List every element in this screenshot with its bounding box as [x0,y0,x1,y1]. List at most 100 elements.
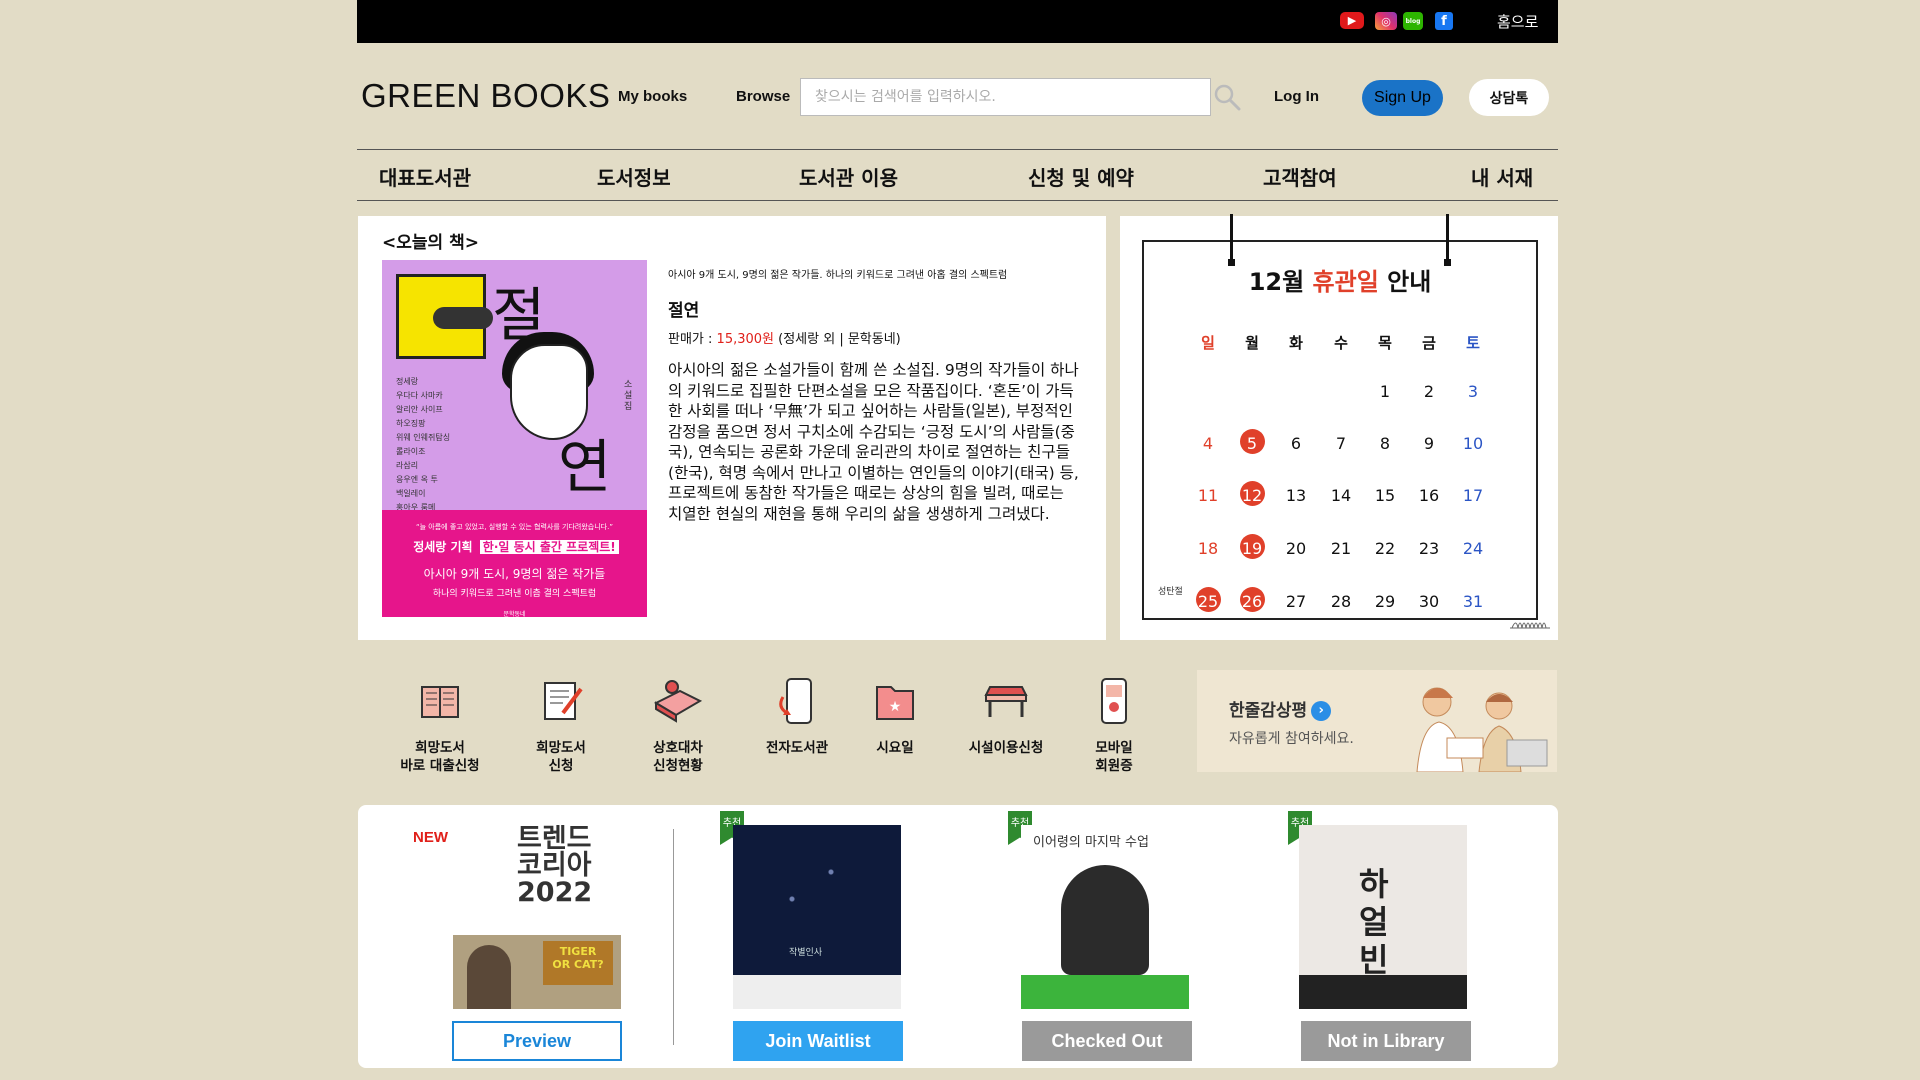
my-books-link[interactable]: My books [618,88,687,105]
reading-people-illustration [1416,687,1548,772]
calendar-day: 18 [1197,539,1219,558]
facebook-icon[interactable]: f [1435,12,1453,30]
preview-button[interactable]: Preview [452,1021,622,1061]
weekday-header: 수 [1334,334,1348,352]
calendar-ring [1228,214,1235,266]
calendar-scribble [1510,622,1550,629]
youtube-icon[interactable]: ▶ [1340,12,1364,29]
calendar-day: 17 [1462,486,1484,505]
book-cover[interactable]: 하얼빈 [1299,825,1467,1009]
weekday-header: 일 [1201,334,1215,352]
new-badge: NEW [413,829,448,846]
calendar-day: 2 [1423,382,1435,401]
arrow-right-icon: › [1311,701,1332,721]
cover-side-label: 소설집 [624,380,633,412]
closure-calendar-panel: 12월 휴관일 안내 성탄절 일 월 화 수 목 금 토 1 2 3 4 5 6 7 8 9 10 11 12 13 1… [1120,214,1558,640]
holiday-note: 성탄절 [1158,587,1183,597]
quick-menu-item[interactable]: 희망도서 신청 [501,673,621,775]
calendar-day: 27 [1285,592,1307,611]
site-logo[interactable]: GREEN BOOKS [361,77,610,115]
calendar-day: 21 [1330,539,1352,558]
menu-main-library[interactable]: 대표도서관 [379,162,471,191]
quick-menu-label: 상호대차 신청현황 [653,740,703,774]
calendar-day: 14 [1330,486,1352,505]
book-title[interactable]: 절연 [668,296,699,321]
document-pen-icon [544,682,583,720]
review-banner[interactable]: 한줄감상평 › 자유롭게 참여하세요. [1197,670,1557,772]
calendar-day: 4 [1202,434,1214,453]
menu-customer[interactable]: 고객참여 [1263,162,1337,191]
quick-menu-item[interactable]: ★ 시요일 [835,673,955,757]
book-cover[interactable]: 트렌드 코리아 2022 TIGER OR CAT? [453,825,621,1009]
calendar-day: 6 [1290,434,1302,453]
book-cover[interactable]: 작별인사 [733,825,901,1009]
today-book-cover[interactable]: 절 연 정세랑 우다다 사마카 알리안 사이프 하오징팡 위웨 인웨쥐탐싱 롤라… [382,260,647,617]
calendar-day: 9 [1423,434,1435,453]
quick-menu-item[interactable]: 모바일 회원증 [1054,673,1174,775]
calendar-day: 20 [1285,539,1307,558]
calendar-day-closed: 26 [1234,587,1270,612]
calendar-day: 13 [1285,486,1307,505]
calendar-day-closed: 19 [1234,534,1270,559]
book-list-panel: NEW 트렌드 코리아 2022 TIGER OR CAT? Preview 추천… [358,805,1558,1068]
menu-book-info[interactable]: 도서정보 [597,162,671,191]
quick-menu-label: 희망도서 신청 [536,740,586,774]
menu-apply-reserve[interactable]: 신청 및 예약 [1028,162,1134,191]
calendar-day: 22 [1374,539,1396,558]
browse-link[interactable]: Browse [736,88,790,105]
quick-menu-label: 희망도서 바로 대출신청 [400,740,480,774]
book-cover[interactable]: 이어령의 마지막 수업 [1021,825,1189,1009]
calendar-day: 28 [1330,592,1352,611]
login-link[interactable]: Log In [1274,88,1319,105]
ebook-tablet-icon [779,678,812,724]
quick-menu-label: 모바일 회원증 [1095,740,1133,774]
join-waitlist-button[interactable]: Join Waitlist [733,1021,903,1061]
main-menu: 대표도서관 도서정보 도서관 이용 신청 및 예약 고객참여 내 서재 [357,149,1558,201]
not-in-library-button[interactable]: Not in Library [1301,1021,1471,1061]
quick-menu-item[interactable]: 시설이용신청 [946,673,1066,757]
book-price: 15,300원 [716,332,774,347]
quick-menu-item[interactable]: 상호대차 신청현황 [618,673,738,775]
search-icon[interactable] [1213,83,1241,111]
menu-library-use[interactable]: 도서관 이용 [799,162,898,191]
weekday-header: 월 [1245,334,1259,352]
calendar-day: 23 [1418,539,1440,558]
weekday-header: 금 [1422,334,1436,352]
cover-authors: 정세랑 우다다 사마카 알리안 사이프 하오징팡 위웨 인웨쥐탐싱 롤라이조 라… [396,377,451,512]
book-open-icon [421,686,459,718]
calendar-day: 24 [1462,539,1484,558]
weekday-header: 화 [1289,334,1303,352]
signup-button[interactable]: Sign Up [1362,80,1443,116]
calendar-day: 15 [1374,486,1396,505]
chat-consult-button[interactable]: 상담톡 [1469,79,1549,116]
instagram-icon[interactable]: ◎ [1375,12,1397,30]
menu-my-library[interactable]: 내 서재 [1471,162,1533,191]
quick-menu-item[interactable]: 희망도서 바로 대출신청 [380,673,500,775]
divider [673,829,674,1045]
calendar-day: 16 [1418,486,1440,505]
calendar-day: 31 [1462,592,1484,611]
calendar-day: 30 [1418,592,1440,611]
today-book-panel: <오늘의 책> 절 연 정세랑 우다다 사마카 알리안 사이프 하오징팡 위웨 … [358,216,1106,640]
search-input[interactable] [800,78,1211,116]
home-link[interactable]: 홈으로 [1497,11,1538,32]
quick-menu-label: 시설이용신청 [968,740,1044,756]
calendar-day: 1 [1379,382,1391,401]
calendar-day: 29 [1374,592,1396,611]
calendar-day-closed: 12 [1234,481,1270,506]
cover-title-top: 절 [492,281,546,349]
calendar-day: 7 [1335,434,1347,453]
cover-title-bottom: 연 [558,433,612,501]
calendar-day: 3 [1467,382,1479,401]
book-description: 아시아의 젊은 소설가들이 함께 쓴 소설집. 9명의 작가들이 하나의 키워드… [668,361,1079,523]
banner-title: 한줄감상평 › [1229,696,1332,721]
weekday-header: 목 [1378,334,1392,352]
checked-out-button[interactable]: Checked Out [1022,1021,1192,1061]
calendar-day: 10 [1462,434,1484,453]
calendar: 12월 휴관일 안내 성탄절 일 월 화 수 목 금 토 1 2 3 4 5 6 7 8 9 10 11 12 13 1… [1142,214,1550,629]
calendar-day: 11 [1197,486,1219,505]
desk-icon [984,686,1028,717]
book-price-line: 판매가 : 15,300원 (정세랑 외 | 문학동네) [668,332,901,347]
blog-icon[interactable]: blog [1403,12,1423,30]
book-subtitle: 아시아 9개 도시, 9명의 젊은 작가들. 하나의 키워드로 그려낸 아홉 결… [668,270,1008,281]
